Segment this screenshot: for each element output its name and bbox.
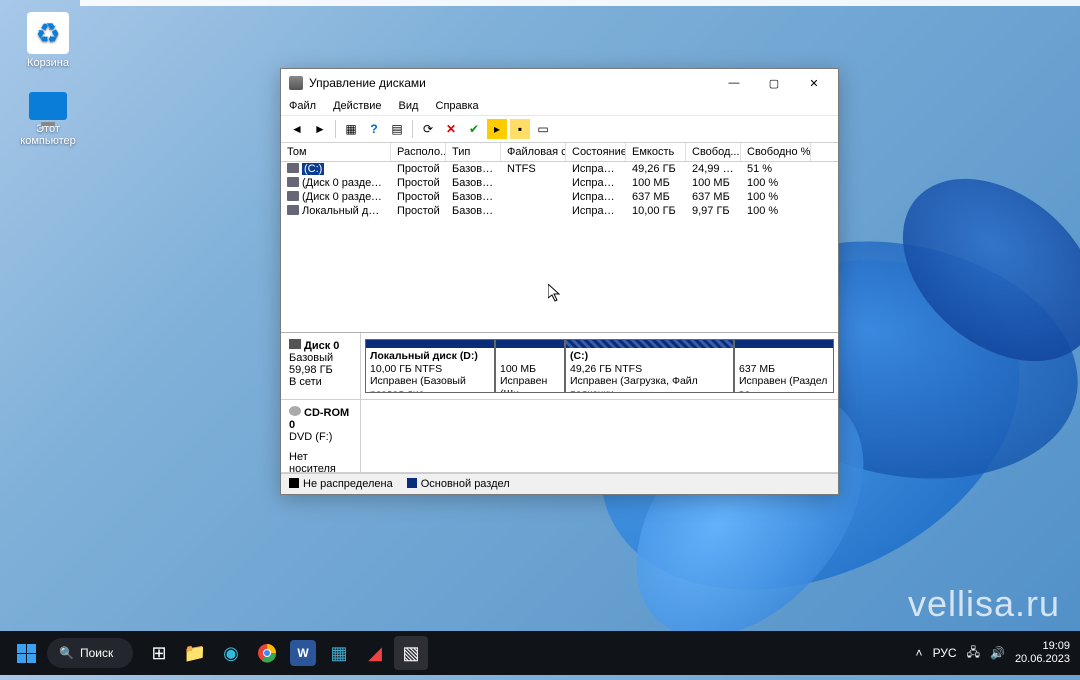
- action3-icon[interactable]: ▪: [510, 119, 530, 139]
- start-button[interactable]: [8, 635, 44, 671]
- disk0-info[interactable]: Диск 0 Базовый 59,98 ГБ В сети: [281, 333, 361, 399]
- action2-icon[interactable]: ▸: [487, 119, 507, 139]
- clock-time: 19:09: [1015, 640, 1070, 653]
- disk-icon: [289, 339, 301, 349]
- col-type[interactable]: Тип: [446, 143, 501, 161]
- windows-logo-icon: [17, 644, 36, 663]
- menu-file[interactable]: Файл: [289, 100, 316, 112]
- volume-row[interactable]: (Диск 0 раздел 2) Простой Базовый Исправ…: [281, 176, 838, 190]
- legend: Не распределена Основной раздел: [281, 473, 838, 494]
- volume-row[interactable]: (Диск 0 раздел 5) Простой Базовый Исправ…: [281, 190, 838, 204]
- system-tray: ˄ РУС 🖧 🔊 19:09 20.06.2023: [916, 640, 1080, 665]
- taskbar-apps: ⊞ 📁 ◉ W ▦ ◢ ▧: [142, 636, 428, 670]
- cdrom-row: CD-ROM 0 DVD (F:) Нет носителя: [281, 400, 838, 473]
- tray-chevron-icon[interactable]: ˄: [916, 646, 923, 660]
- top-band: [80, 0, 1080, 6]
- task-view-icon[interactable]: ⊞: [142, 636, 176, 670]
- properties-icon[interactable]: ▤: [387, 119, 407, 139]
- refresh-icon[interactable]: ⟳: [418, 119, 438, 139]
- partition-c[interactable]: (C:)49,26 ГБ NTFSИсправен (Загрузка, Фай…: [565, 339, 734, 393]
- cdrom-empty: [361, 400, 838, 472]
- col-status[interactable]: Состояние: [566, 143, 626, 161]
- action1-icon[interactable]: ✔: [464, 119, 484, 139]
- search-placeholder: Поиск: [80, 646, 113, 660]
- cdrom-info[interactable]: CD-ROM 0 DVD (F:) Нет носителя: [281, 400, 361, 472]
- titlebar[interactable]: Управление дисками — ▢ ✕: [281, 69, 838, 97]
- legend-primary: Основной раздел: [407, 478, 510, 490]
- show-hide-tree-icon[interactable]: ▦: [341, 119, 361, 139]
- maximize-button[interactable]: ▢: [754, 71, 794, 95]
- partition-efi[interactable]: 100 МБИсправен (Ши: [495, 339, 565, 393]
- menubar: Файл Действие Вид Справка: [281, 97, 838, 116]
- cd-icon: [289, 406, 301, 416]
- this-pc-label: Этот компьютер: [12, 123, 84, 147]
- chrome-icon[interactable]: [250, 636, 284, 670]
- clock-date: 20.06.2023: [1015, 653, 1070, 666]
- back-icon[interactable]: ◄: [287, 119, 307, 139]
- menu-action[interactable]: Действие: [333, 100, 381, 112]
- file-explorer-icon[interactable]: 📁: [178, 636, 212, 670]
- separator: [412, 120, 413, 138]
- disk-mgmt-task-icon[interactable]: ▧: [394, 636, 428, 670]
- pc-glyph: [29, 92, 67, 120]
- taskbar: 🔍 Поиск ⊞ 📁 ◉ W ▦ ◢ ▧ ˄ РУС 🖧 🔊 19:09 20…: [0, 631, 1080, 675]
- language-indicator[interactable]: РУС: [933, 646, 957, 660]
- volume-row[interactable]: Локальный диск (... Простой Базовый Испр…: [281, 204, 838, 218]
- word-icon[interactable]: W: [290, 640, 316, 666]
- col-free[interactable]: Свобод...: [686, 143, 741, 161]
- drive-icon: [287, 191, 299, 201]
- drive-icon: [287, 163, 299, 173]
- partition-recovery[interactable]: 637 МБИсправен (Раздел во: [734, 339, 834, 393]
- col-layout[interactable]: Располо...: [391, 143, 446, 161]
- app5-icon[interactable]: ▦: [322, 636, 356, 670]
- disk0-row: Диск 0 Базовый 59,98 ГБ В сети Локальный…: [281, 333, 838, 400]
- app6-icon[interactable]: ◢: [358, 636, 392, 670]
- action4-icon[interactable]: ▭: [533, 119, 553, 139]
- window-title: Управление дисками: [309, 76, 714, 90]
- delete-icon[interactable]: ✕: [441, 119, 461, 139]
- col-pct-free[interactable]: Свободно %: [741, 143, 811, 161]
- disk-map: Диск 0 Базовый 59,98 ГБ В сети Локальный…: [281, 332, 838, 473]
- minimize-button[interactable]: —: [714, 71, 754, 95]
- legend-unallocated: Не распределена: [289, 478, 393, 490]
- partition-d[interactable]: Локальный диск (D:)10,00 ГБ NTFSИсправен…: [365, 339, 495, 393]
- network-icon[interactable]: 🖧: [967, 643, 980, 664]
- separator: [335, 120, 336, 138]
- app-icon: [289, 76, 303, 90]
- this-pc-icon[interactable]: Этот компьютер: [12, 92, 84, 147]
- search-icon: 🔍: [59, 646, 74, 660]
- recycle-glyph: ♻: [27, 12, 69, 54]
- col-volume[interactable]: Том: [281, 143, 391, 161]
- partition-stripe: [566, 340, 733, 348]
- forward-icon[interactable]: ►: [310, 119, 330, 139]
- disk0-partitions: Локальный диск (D:)10,00 ГБ NTFSИсправен…: [361, 333, 838, 399]
- menu-view[interactable]: Вид: [399, 100, 419, 112]
- menu-help[interactable]: Справка: [436, 100, 479, 112]
- volume-table-header: Том Располо... Тип Файловая с... Состоян…: [281, 143, 838, 162]
- col-fs[interactable]: Файловая с...: [501, 143, 566, 161]
- search-box[interactable]: 🔍 Поиск: [47, 638, 133, 668]
- watermark: vellisa.ru: [908, 583, 1060, 625]
- partition-stripe: [735, 340, 833, 348]
- recycle-label: Корзина: [12, 57, 84, 69]
- volume-icon[interactable]: 🔊: [990, 646, 1005, 660]
- volume-table-body: (C:) Простой Базовый NTFS Исправен... 49…: [281, 162, 838, 332]
- help-icon[interactable]: ?: [364, 119, 384, 139]
- volume-row[interactable]: (C:) Простой Базовый NTFS Исправен... 49…: [281, 162, 838, 176]
- drive-icon: [287, 205, 299, 215]
- clock[interactable]: 19:09 20.06.2023: [1015, 640, 1070, 665]
- col-capacity[interactable]: Емкость: [626, 143, 686, 161]
- disk-management-window: Управление дисками — ▢ ✕ Файл Действие В…: [280, 68, 839, 495]
- recycle-bin-icon[interactable]: ♻ Корзина: [12, 12, 84, 69]
- partition-stripe: [366, 340, 494, 348]
- drive-icon: [287, 177, 299, 187]
- partition-stripe: [496, 340, 564, 348]
- toolbar: ◄ ► ▦ ? ▤ ⟳ ✕ ✔ ▸ ▪ ▭: [281, 116, 838, 143]
- close-button[interactable]: ✕: [794, 71, 834, 95]
- edge-icon[interactable]: ◉: [214, 636, 248, 670]
